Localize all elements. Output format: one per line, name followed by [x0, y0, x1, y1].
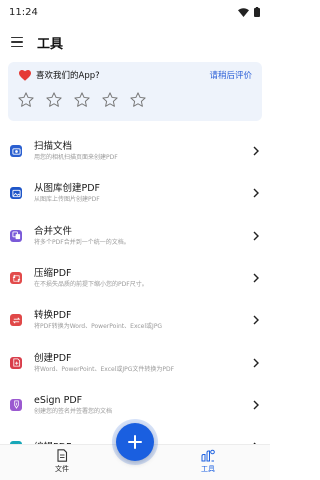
nav-item-files[interactable]: 文件: [42, 449, 82, 474]
tool-desc: 将多个PDF合并到一个统一的文档。: [34, 238, 130, 246]
tool-item-gallery[interactable]: 从图库创建PDF 从图库上传图片创建PDF: [0, 172, 270, 214]
tool-title: 转换PDF: [34, 310, 72, 322]
status-icons: [238, 7, 260, 17]
tool-title: 扫描文档: [34, 141, 73, 153]
nav-label-files: 文件: [55, 465, 69, 473]
tool-item-scan[interactable]: 扫描文档 用您的相机扫描页面来创建PDF: [0, 130, 270, 172]
tool-list: 扫描文档 用您的相机扫描页面来创建PDF 从图库创建PDF 从图库上传图片创建P…: [0, 130, 270, 468]
tool-desc: 创建您的签名并签署您的文档: [34, 407, 113, 415]
star-rating: [17, 91, 147, 109]
tool-item-merge[interactable]: 合并文件 将多个PDF合并到一个统一的文档。: [0, 215, 270, 257]
chevron-right-icon: [253, 400, 259, 410]
star-icon[interactable]: [45, 91, 63, 109]
tool-item-convert[interactable]: 转换PDF 将PDF转换为Word、PowerPoint、Excel或JPG: [0, 299, 270, 341]
document-icon: [57, 449, 68, 462]
tool-item-compress[interactable]: 压缩PDF 在不损失品质的前提下缩小您的PDF尺寸。: [0, 257, 270, 299]
tool-title: 从图库创建PDF: [34, 183, 101, 195]
add-button[interactable]: [116, 423, 154, 461]
merge-icon: [10, 229, 22, 242]
tool-desc: 从图库上传图片创建PDF: [34, 196, 100, 204]
nav-label-tools: 工具: [201, 465, 215, 473]
tool-title: 压缩PDF: [34, 268, 72, 280]
star-icon[interactable]: [17, 91, 35, 109]
status-time: 11:24: [9, 6, 38, 18]
convert-icon: [10, 314, 22, 327]
rate-later-link[interactable]: 请稍后评价: [209, 69, 252, 81]
create-icon: [10, 356, 22, 369]
gallery-icon: [10, 187, 22, 200]
chevron-right-icon: [253, 358, 259, 368]
tool-title: 创建PDF: [34, 352, 72, 364]
status-bar: 11:24: [0, 0, 270, 24]
tool-item-create[interactable]: 创建PDF 将Word、PowerPoint、Excel或JPG文件转换为PDF: [0, 341, 270, 383]
rate-question: 喜欢我们的App?: [36, 71, 100, 81]
wifi-icon: [238, 7, 249, 17]
heart-icon: [19, 70, 31, 81]
tool-desc: 用您的相机扫描页面来创建PDF: [34, 154, 118, 162]
chevron-right-icon: [253, 231, 259, 241]
tool-desc: 将Word、PowerPoint、Excel或JPG文件转换为PDF: [34, 365, 175, 373]
chevron-right-icon: [253, 315, 259, 325]
app-bar: 工具: [0, 24, 270, 60]
tool-desc: 将PDF转换为Word、PowerPoint、Excel或JPG: [34, 323, 163, 331]
tool-desc: 在不损失品质的前提下缩小您的PDF尺寸。: [34, 281, 148, 289]
star-icon[interactable]: [101, 91, 119, 109]
tool-title: eSign PDF: [34, 394, 83, 406]
rate-app-card: 喜欢我们的App? 请稍后评价: [8, 62, 262, 121]
star-icon[interactable]: [129, 91, 147, 109]
battery-icon: [254, 7, 260, 17]
chevron-right-icon: [253, 188, 259, 198]
chevron-right-icon: [253, 146, 259, 156]
compress-icon: [10, 272, 22, 285]
esign-icon: [10, 398, 22, 411]
menu-icon[interactable]: [11, 35, 25, 49]
page-title: 工具: [37, 36, 64, 52]
scan-icon: [10, 145, 22, 158]
tool-item-esign[interactable]: eSign PDF 创建您的签名并签署您的文档: [0, 384, 270, 426]
tool-title: 合并文件: [34, 225, 73, 237]
star-icon[interactable]: [73, 91, 91, 109]
chevron-right-icon: [253, 273, 259, 283]
plus-icon: [128, 435, 142, 449]
nav-item-tools[interactable]: 工具: [188, 449, 228, 474]
tools-icon: [201, 449, 215, 462]
